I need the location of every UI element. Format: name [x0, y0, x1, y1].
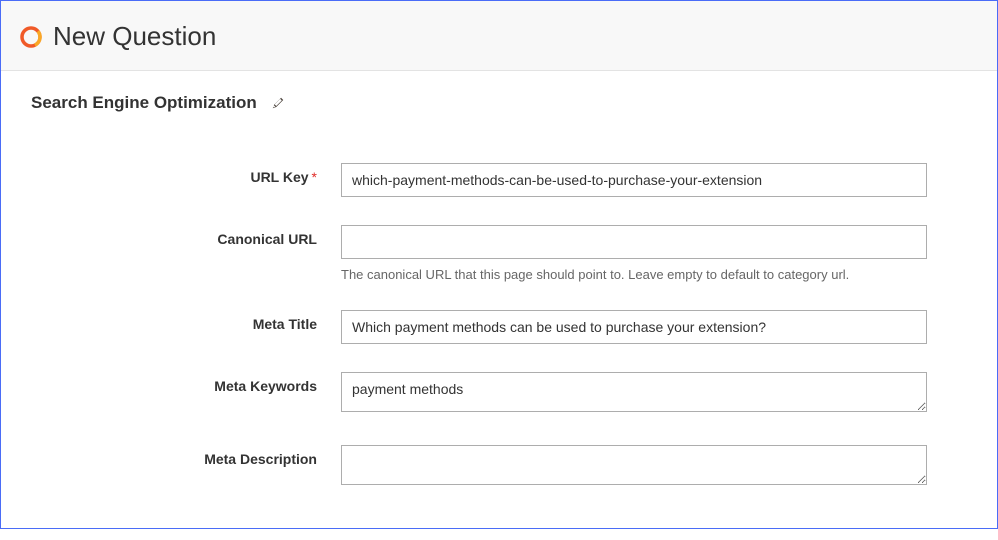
section-title: Search Engine Optimization [31, 93, 257, 113]
meta-keywords-textarea[interactable] [341, 372, 927, 412]
required-indicator: * [312, 169, 317, 185]
url-key-row: URL Key* [31, 163, 967, 197]
meta-title-input[interactable] [341, 310, 927, 344]
meta-description-field-wrapper [341, 445, 967, 490]
meta-description-textarea[interactable] [341, 445, 927, 485]
section-header: Search Engine Optimization [31, 93, 967, 113]
canonical-url-label: Canonical URL [31, 225, 341, 247]
meta-keywords-label: Meta Keywords [31, 372, 341, 394]
canonical-url-input[interactable] [341, 225, 927, 259]
page-title: New Question [53, 21, 216, 52]
seo-section: Search Engine Optimization URL Key* Cano… [1, 71, 997, 540]
canonical-url-row: Canonical URL The canonical URL that thi… [31, 225, 967, 282]
url-key-input[interactable] [341, 163, 927, 197]
url-key-label: URL Key* [31, 163, 341, 185]
app-logo-icon [19, 25, 43, 49]
meta-description-label: Meta Description [31, 445, 341, 467]
pencil-icon[interactable] [271, 96, 285, 110]
meta-title-field-wrapper [341, 310, 967, 344]
meta-description-row: Meta Description [31, 445, 967, 490]
page-header: New Question [1, 1, 997, 71]
meta-title-row: Meta Title [31, 310, 967, 344]
url-key-field-wrapper [341, 163, 967, 197]
meta-title-label: Meta Title [31, 310, 341, 332]
meta-keywords-field-wrapper [341, 372, 967, 417]
canonical-url-hint: The canonical URL that this page should … [341, 267, 927, 282]
canonical-url-field-wrapper: The canonical URL that this page should … [341, 225, 967, 282]
meta-keywords-row: Meta Keywords [31, 372, 967, 417]
